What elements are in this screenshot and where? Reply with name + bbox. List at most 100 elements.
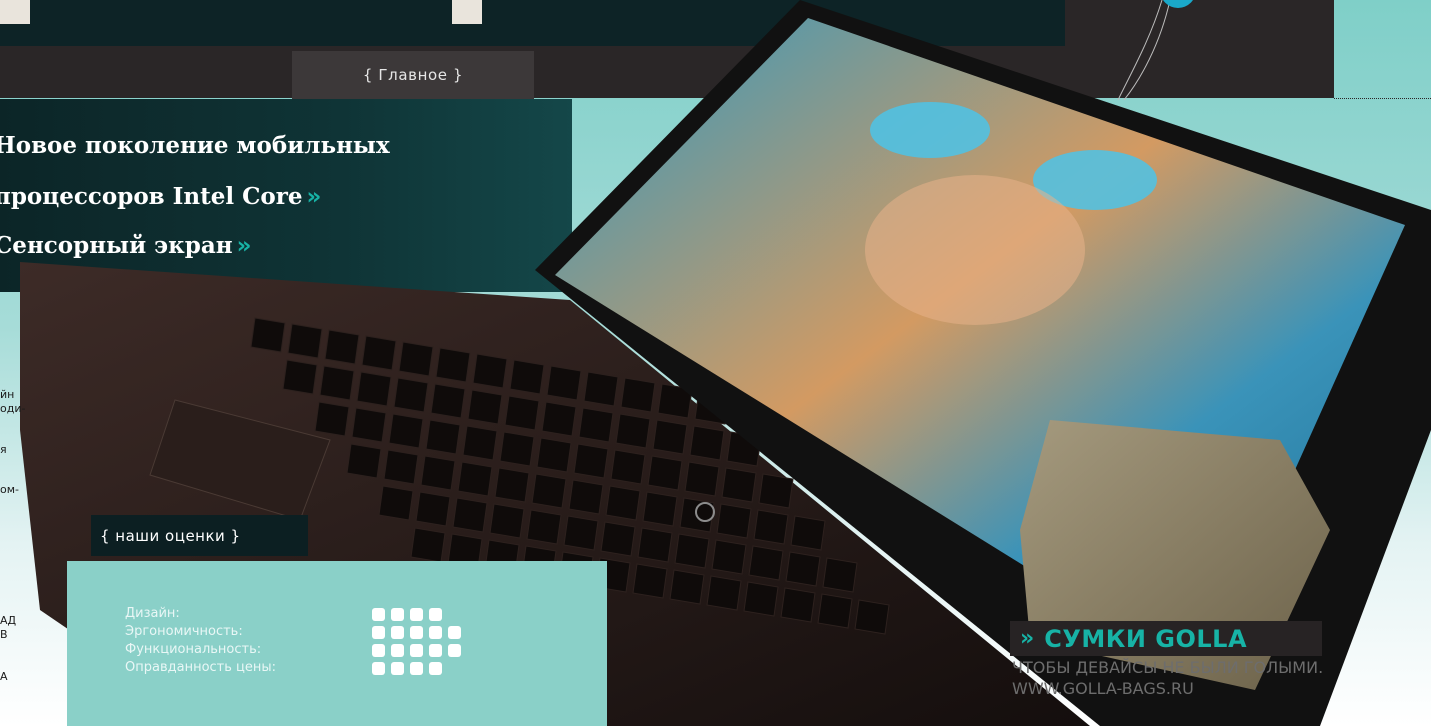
decorative-curve (1117, 0, 1163, 101)
keyboard-key (314, 401, 350, 437)
keyboard-key (684, 461, 720, 497)
keyboard-key (620, 377, 656, 413)
rating-label-ergonomics: Эргономичность: (125, 624, 243, 639)
body-text-fragment: А (0, 670, 8, 683)
keyboard-key (568, 479, 604, 515)
keyboard-key (647, 455, 683, 491)
keyboard-key (319, 365, 355, 401)
keyboard-key (600, 521, 636, 557)
rating-dot (429, 625, 442, 639)
keyboard-key (282, 359, 318, 395)
keyboard-key (706, 575, 742, 611)
keyboard-key (822, 557, 858, 593)
rating-dot (429, 661, 442, 675)
keyboard-key (689, 425, 725, 461)
keyboard-key (531, 473, 567, 509)
rating-dot (372, 661, 385, 675)
rating-dot (372, 607, 385, 621)
keyboard-key (467, 389, 503, 425)
ratings-tab: { наши оценки } (91, 515, 308, 556)
body-text-fragment: АД (0, 614, 17, 627)
keyboard-key (790, 515, 826, 551)
rating-label-price: Оправданность цены: (125, 660, 277, 675)
body-text-fragment: йн (0, 388, 15, 401)
ad-title: СУМКИ GOLLA (1044, 624, 1248, 653)
keyboard-key (536, 437, 572, 473)
keyboard-key (573, 443, 609, 479)
body-text-fragment: я (0, 443, 7, 456)
rating-dot (391, 607, 404, 621)
rating-dots-row (372, 605, 461, 623)
rating-label-functionality: Функциональность: (125, 642, 262, 657)
decorative-curve (1123, 0, 1171, 101)
keyboard-key (435, 347, 471, 383)
keyboard-key (854, 599, 890, 635)
rating-dot (410, 625, 423, 639)
keyboard-key (605, 485, 641, 521)
keyboard-key (499, 431, 535, 467)
keyboard-key (494, 467, 530, 503)
keyboard-key (674, 533, 710, 569)
keyboard-key (383, 449, 419, 485)
rating-dot (391, 625, 404, 639)
keyboard-key (287, 323, 323, 359)
keyboard-key (250, 317, 286, 353)
ratings-labels: Дизайн: Эргономичность: Функциональность… (125, 605, 276, 677)
keyboard-key (583, 371, 619, 407)
keyboard-key (346, 443, 382, 479)
keyboard-key (637, 527, 673, 563)
keyboard-key (615, 413, 651, 449)
keyboard-key (780, 587, 816, 623)
body-text-fragment: В (0, 628, 8, 641)
rating-dot (448, 643, 461, 657)
ad-title-bar[interactable]: » СУМКИ GOLLA (1010, 621, 1322, 656)
keyboard-key (758, 473, 794, 509)
rating-dot (391, 643, 404, 657)
keyboard-key (378, 485, 414, 521)
keyboard-key (425, 419, 461, 455)
rating-dots-row (372, 641, 461, 659)
rating-dot (410, 643, 423, 657)
rating-dot (372, 643, 385, 657)
keyboard-key (743, 581, 779, 617)
keyboard-key (716, 503, 752, 539)
face-area (865, 175, 1085, 325)
body-text-fragment: оди- (0, 402, 26, 415)
keyboard-key (632, 563, 668, 599)
keyboard-key (420, 455, 456, 491)
keyboard-key (351, 407, 387, 443)
keyboard-key (541, 401, 577, 437)
keyboard-key (410, 527, 446, 563)
keyboard-key (504, 395, 540, 431)
keyboard-key (546, 365, 582, 401)
keyboard-key (785, 551, 821, 587)
keyboard-key (509, 359, 545, 395)
keyboard-key (669, 569, 705, 605)
rating-dot (448, 625, 461, 639)
keyboard-key (526, 509, 562, 545)
keyboard-key (361, 335, 397, 371)
goggles-lens (870, 102, 990, 158)
keyboard-key (610, 449, 646, 485)
rating-dots-row (372, 623, 461, 641)
ad-url-link[interactable]: WWW.GOLLA-BAGS.RU (1012, 679, 1194, 698)
rating-dot (429, 607, 442, 621)
keyboard-key (711, 539, 747, 575)
keyboard-key (457, 461, 493, 497)
keyboard-key (753, 509, 789, 545)
rating-dot (410, 661, 423, 675)
rating-dot (372, 625, 385, 639)
ratings-scores (372, 605, 461, 677)
keyboard-key (393, 377, 429, 413)
rating-dot (410, 607, 423, 621)
decorative-circle (1163, 0, 1193, 8)
keyboard-key (430, 383, 466, 419)
ad-tagline: ЧТОБЫ ДЕВАЙСЫ НЕ БЫЛИ ГОЛЫМИ. (1012, 658, 1324, 677)
keyboard-key (652, 419, 688, 455)
keyboard-key (388, 413, 424, 449)
keyboard-key (415, 491, 451, 527)
keyboard-key (324, 329, 360, 365)
keyboard-key (578, 407, 614, 443)
keyboard-key (748, 545, 784, 581)
rating-dots-row (372, 659, 461, 677)
